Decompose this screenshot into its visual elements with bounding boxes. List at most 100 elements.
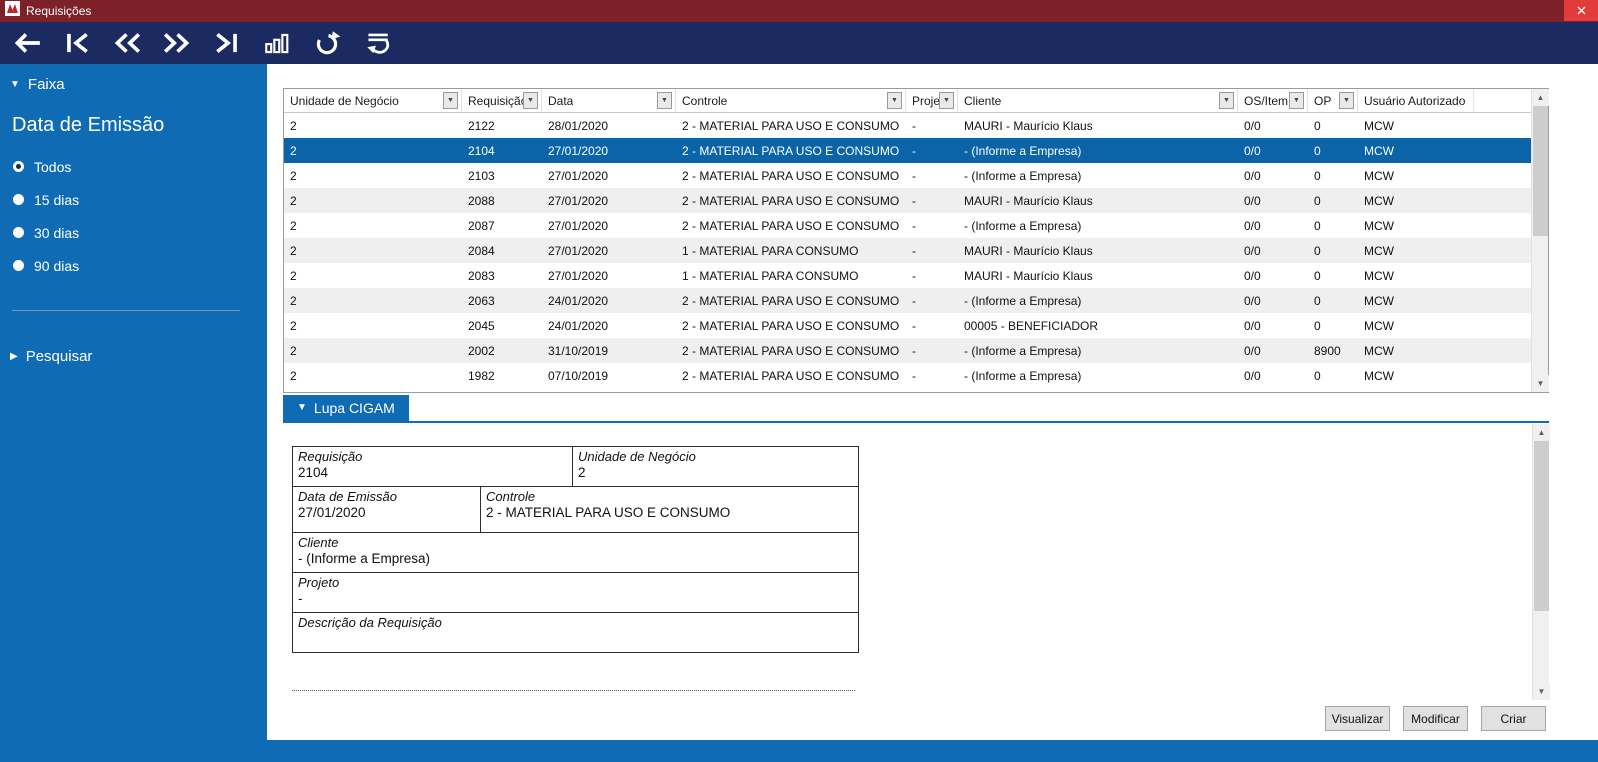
field-cliente: Cliente - (Informe a Empresa) [291,532,860,573]
grid-cell: 2063 [468,293,495,308]
table-row[interactable]: 2 2063 24/01/2020 2 - MATERIAL PARA USO E C… [284,288,1548,313]
grid-cell: 2 [290,318,297,333]
back-button[interactable] [10,26,44,60]
column-header-5: Projeto▼ [906,89,958,112]
column-filter-dropdown-icon[interactable]: ▼ [443,92,458,109]
grid-cell: 2 [290,193,297,208]
column-filter-dropdown-icon[interactable]: ▼ [523,92,538,109]
table-row[interactable]: 2 2045 24/01/2020 2 - MATERIAL PARA USO E C… [284,313,1548,338]
column-filter-dropdown-icon[interactable]: ▼ [657,92,672,109]
grid-header: Unidade de Negócio ▼ Requisição ▼ Data ▼ Contr… [284,89,1548,113]
scroll-down-icon[interactable]: ▼ [1532,375,1549,392]
action-buttons: Visualizar Modificar Criar [1325,706,1546,731]
bottom-strip [0,740,1598,762]
faixa-label: Faixa [27,76,65,93]
visualizar-button[interactable]: Visualizar [1325,706,1390,731]
grid-cell: 2 - MATERIAL PARA USO E CONSUMO [682,168,900,183]
field-value: 27/01/2020 [298,505,366,520]
scroll-down-icon[interactable]: ▼ [1533,683,1550,700]
table-row[interactable]: 2 2084 27/01/2020 1 - MATERIAL PARA CONSUMO… [284,238,1548,263]
grid-cell: - [912,118,916,133]
last-record-button[interactable] [210,26,244,60]
grid-cell: 0 [1314,143,1321,158]
table-row[interactable]: 2 1982 07/10/2019 2 - MATERIAL PARA USO E C… [284,363,1548,388]
field-value: - (Informe a Empresa) [298,551,431,566]
requisitions-grid: Unidade de Negócio ▼ Requisição ▼ Data ▼ Contr… [283,88,1549,393]
radio-option-todos[interactable]: Todos [13,150,79,183]
field-value: 2 - MATERIAL PARA USO E CONSUMO [486,505,731,520]
column-label: Requisição [468,93,523,108]
radio-option-90-dias[interactable]: 90 dias [13,249,79,282]
grid-cell: 2 - MATERIAL PARA USO E CONSUMO [682,343,900,358]
column-filter-dropdown-icon[interactable]: ▼ [939,92,954,109]
grid-cell: 0/0 [1244,368,1261,383]
column-filter-dropdown-icon[interactable]: ▼ [1219,92,1234,109]
grid-cell: 2 [290,243,297,258]
grid-cell: MAURI - Maurício Klaus [964,268,1093,283]
faixa-section-header[interactable]: ▼ Faixa [10,76,65,93]
refresh-button[interactable] [310,26,344,60]
grid-cell: 2045 [468,318,495,333]
field-projeto: Projeto - [291,572,860,613]
column-label: Data [548,93,574,108]
window-title: Requisições [26,4,92,18]
grid-cell: 2 - MATERIAL PARA USO E CONSUMO [682,143,900,158]
pesquisar-section-header[interactable]: ▶ Pesquisar [10,348,92,365]
grid-cell: - (Informe a Empresa) [964,368,1082,383]
field-label: Cliente [298,535,339,550]
radio-label: 30 dias [34,224,80,241]
return-list-button[interactable] [360,26,394,60]
scroll-up-icon[interactable]: ▲ [1532,89,1549,106]
radio-option-15-dias[interactable]: 15 dias [13,183,79,216]
modificar-button[interactable]: Modificar [1403,706,1468,731]
grid-cell: 1 - MATERIAL PARA CONSUMO [682,243,859,258]
radio-option-30-dias[interactable]: 30 dias [13,216,79,249]
detail-scrollbar[interactable]: ▲ ▼ [1532,424,1550,700]
grid-cell: 0 [1314,368,1321,383]
column-filter-dropdown-icon[interactable]: ▼ [1339,92,1354,109]
chart-analysis-button[interactable] [260,26,294,60]
grid-cell: 2 [290,118,297,133]
grid-cell: 2 - MATERIAL PARA USO E CONSUMO [682,293,900,308]
close-button[interactable] [1564,0,1598,21]
column-header-9: Usuário Autorizado [1358,89,1474,112]
table-row[interactable]: 2 2104 27/01/2020 2 - MATERIAL PARA USO E C… [284,138,1548,163]
grid-cell: 0 [1314,268,1321,283]
data-emissao-title: Data de Emissão [12,114,165,136]
grid-cell: 2 [290,143,297,158]
table-row[interactable]: 2 2002 31/10/2019 2 - MATERIAL PARA USO E C… [284,338,1548,363]
column-header-4: Controle ▼ [676,89,906,112]
grid-cell: 0/0 [1244,168,1261,183]
radio-label: 90 dias [34,257,80,274]
table-row[interactable]: 2 2083 27/01/2020 1 - MATERIAL PARA CONSUMO… [284,263,1548,288]
grid-scrollbar[interactable]: ▲ ▼ [1531,89,1549,392]
table-row[interactable]: 2 2103 27/01/2020 2 - MATERIAL PARA USO E C… [284,163,1548,188]
last-record-icon [212,30,242,56]
previous-page-button[interactable] [110,26,144,60]
radio-list: Todos 15 dias 30 dias 90 dias [13,150,79,282]
grid-cell: 2104 [468,143,495,158]
lupa-cigam-tab[interactable]: ▼ Lupa CIGAM [283,395,409,421]
column-filter-dropdown-icon[interactable]: ▼ [887,92,902,109]
grid-cell: 07/10/2019 [548,368,609,383]
table-row[interactable]: 2 2087 27/01/2020 2 - MATERIAL PARA USO E C… [284,213,1548,238]
table-row[interactable]: 2 2122 28/01/2020 2 - MATERIAL PARA USO E C… [284,113,1548,138]
scroll-up-icon[interactable]: ▲ [1533,424,1550,441]
next-page-button[interactable] [160,26,194,60]
scrollbar-thumb[interactable] [1533,106,1548,236]
criar-button[interactable]: Criar [1481,706,1546,731]
grid-cell: 2 [290,218,297,233]
scrollbar-thumb[interactable] [1534,441,1549,611]
grid-cell: 2 [290,368,297,383]
radio-label: 15 dias [34,191,80,208]
radio-icon [13,161,24,172]
grid-cell: 0 [1314,193,1321,208]
toolbar [0,22,1598,64]
table-row[interactable]: 2 2088 27/01/2020 2 - MATERIAL PARA USO E C… [284,188,1548,213]
column-filter-dropdown-icon[interactable]: ▼ [1289,92,1304,109]
grid-cell: MCW [1364,368,1394,383]
grid-cell: 2 [290,268,297,283]
grid-cell: 2 - MATERIAL PARA USO E CONSUMO [682,218,900,233]
grid-cell: - [912,168,916,183]
first-record-button[interactable] [60,26,94,60]
